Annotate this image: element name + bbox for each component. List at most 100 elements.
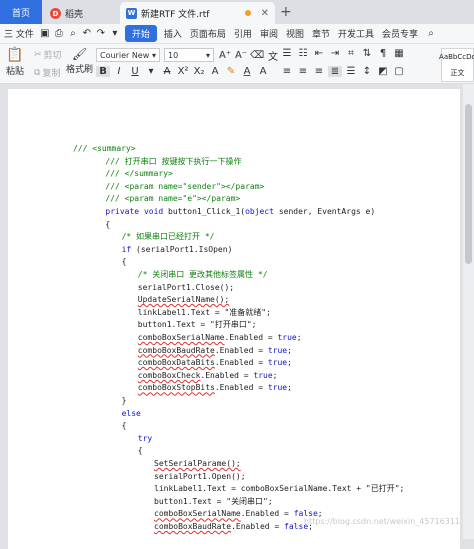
char-shading-icon[interactable]: A — [256, 66, 270, 77]
line-spacing-icon[interactable]: ↕ — [360, 66, 374, 77]
italic-icon[interactable]: I — [112, 66, 126, 77]
menu-bar: 三 文件 ▣ ⎙ ⌕ ↶ ↷ ▾ 开始 插入 页面布局 引用 审阅 视图 章节 … — [0, 24, 474, 44]
superscript-icon[interactable]: X² — [176, 66, 190, 77]
menu-member[interactable]: 会员专享 — [378, 27, 422, 40]
format-painter-button[interactable]: 🖌 格式刷 — [66, 47, 93, 75]
menu-insert[interactable]: 插入 — [160, 27, 186, 40]
cut-button[interactable]: ✂ 剪切 — [34, 48, 62, 62]
scrollbar-thumb[interactable] — [465, 104, 472, 264]
code-line: { — [105, 219, 111, 229]
shading-icon[interactable]: ◩ — [376, 66, 390, 77]
sort-icon[interactable]: ⇅ — [360, 48, 374, 59]
menu-review[interactable]: 审阅 — [256, 27, 282, 40]
code-line: /* 关闭串口 更改其他标签属性 */ — [137, 270, 268, 279]
borders-icon[interactable]: ▢ — [392, 66, 406, 77]
chevron-down-icon: ▾ — [205, 50, 210, 60]
paste-button[interactable]: 📋 粘贴 — [6, 47, 24, 77]
code-line: /// </summary> — [105, 169, 173, 179]
document-page[interactable]: /// <summary> /// 打开串口 按键按下执行一下操作 /// </su… — [8, 89, 460, 549]
preview-icon[interactable]: ⌕ — [66, 28, 80, 39]
align-left-icon[interactable]: ≡ — [280, 66, 294, 77]
code-line: /// <param name="e"></param> — [105, 194, 241, 204]
paste-label: 粘贴 — [6, 67, 25, 77]
menu-references[interactable]: 引用 — [230, 27, 256, 40]
code-line: UpdateSerialName(); — [137, 295, 230, 305]
code-line: /// 打开串口 按键按下执行一下操作 — [105, 156, 242, 166]
font-name-select[interactable]: Courier New ▾ — [96, 48, 160, 62]
menu-layout[interactable]: 页面布局 — [186, 27, 230, 40]
font-size-select[interactable]: 10 ▾ — [164, 48, 214, 62]
print-icon[interactable]: ⎙ — [52, 28, 66, 39]
tab-document[interactable]: W 新建RTF 文件.rtf ✕ — [120, 2, 275, 24]
code-line: try — [137, 433, 153, 443]
code-line: serialPort1.Close(); — [137, 282, 235, 292]
code-line: serialPort1.Open(); — [154, 471, 246, 481]
distribute-icon[interactable]: ☰ — [344, 66, 358, 77]
menu-start[interactable]: 开始 — [124, 25, 157, 42]
unsaved-dot-icon — [244, 10, 251, 16]
font-name-value: Courier New — [100, 50, 150, 60]
font-size-buttons: A⁺ A⁻ ⌫ 文 — [218, 48, 280, 63]
increase-indent-icon[interactable]: ⇥ — [328, 48, 342, 59]
undo-icon[interactable]: ↶ — [80, 28, 94, 39]
copy-button[interactable]: ⧉ 复制 — [34, 66, 61, 80]
shrink-font-icon[interactable]: A⁻ — [234, 50, 248, 61]
code-line: else — [121, 408, 141, 418]
align-right-icon[interactable]: ≡ — [312, 66, 326, 77]
font-style-buttons: B I U ▾ A X² X₂ A ✎ A A — [96, 66, 270, 77]
code-line: comboBoxBaudRate.Enabled = true; — [137, 345, 292, 355]
paste-icon: 📋 — [6, 47, 24, 63]
code-line: /// <param name="sender"></param> — [105, 181, 265, 191]
vertical-scrollbar[interactable] — [463, 84, 474, 539]
show-marks-icon[interactable]: ¶ — [376, 48, 390, 59]
code-line: { — [121, 257, 127, 267]
pinyin-icon[interactable]: 文 — [266, 48, 280, 63]
align-center-icon[interactable]: ≡ — [296, 66, 310, 77]
close-tab-icon[interactable]: ✕ — [261, 8, 269, 19]
style-name: 正文 — [450, 68, 465, 77]
menu-view[interactable]: 视图 — [282, 27, 308, 40]
copy-label: 复制 — [42, 69, 61, 79]
menu-file[interactable]: 三 文件 — [0, 27, 38, 40]
save-icon[interactable]: ▣ — [38, 28, 52, 39]
style-gallery[interactable]: AaBbCcDd 正文 — [439, 48, 474, 82]
justify-icon[interactable]: ≣ — [328, 66, 342, 77]
code-line: comboBoxStopBits.Enabled = true; — [137, 383, 292, 393]
tab-home[interactable]: 首页 — [0, 0, 42, 24]
paragraph-buttons-top: ☰ ☷ ⇤ ⇥ ⌗ ⇅ ¶ ▦ — [280, 48, 406, 59]
decrease-indent-icon[interactable]: ⇤ — [312, 48, 326, 59]
numbered-list-icon[interactable]: ☷ — [296, 48, 310, 59]
dropdown-icon[interactable]: ▾ — [144, 66, 158, 77]
tab-home-label: 首页 — [11, 8, 30, 19]
border-icon[interactable]: ▦ — [392, 48, 406, 59]
tab-bar: 首页 D 稻壳 W 新建RTF 文件.rtf ✕ + — [0, 0, 474, 24]
menu-section[interactable]: 章节 — [308, 27, 334, 40]
search-icon[interactable]: ⌕ — [424, 28, 438, 39]
font-color-icon[interactable]: A — [240, 66, 254, 77]
clear-format-icon[interactable]: ⌫ — [250, 50, 264, 61]
writer-logo-icon: W — [126, 7, 137, 19]
bold-icon[interactable]: B — [96, 66, 110, 77]
code-line: { — [137, 446, 143, 456]
highlight-icon[interactable]: ✎ — [224, 66, 238, 77]
redo-icon[interactable]: ↷ — [94, 28, 108, 39]
chinese-layout-icon[interactable]: ⌗ — [344, 48, 358, 59]
format-painter-label: 格式刷 — [66, 65, 94, 75]
bullet-list-icon[interactable]: ☰ — [280, 48, 294, 59]
tab-daoke[interactable]: D 稻壳 — [44, 3, 118, 24]
new-tab-button[interactable]: + — [280, 4, 292, 20]
menu-developer[interactable]: 开发工具 — [334, 27, 378, 40]
daoke-logo-icon: D — [50, 8, 61, 19]
code-line: private void button1_Click_1(object send… — [105, 207, 376, 216]
subscript-icon[interactable]: X₂ — [192, 66, 206, 77]
strikethrough-icon[interactable]: A — [160, 66, 174, 77]
code-line: SetSerialParame(); — [154, 459, 241, 468]
code-line: /// <summary> — [73, 144, 136, 153]
font-effect-icon[interactable]: A — [208, 66, 222, 77]
dropdown-icon[interactable]: ▾ — [108, 28, 122, 39]
grow-font-icon[interactable]: A⁺ — [218, 50, 232, 61]
paragraph-buttons-bottom: ≡ ≡ ≡ ≣ ☰ ↕ ◩ ▢ — [280, 66, 406, 77]
underline-icon[interactable]: U — [128, 66, 142, 77]
code-line: button1.Text = "打开串口"; — [137, 320, 257, 330]
code-line: comboBoxDataBits.Enabled = true; — [137, 358, 292, 368]
